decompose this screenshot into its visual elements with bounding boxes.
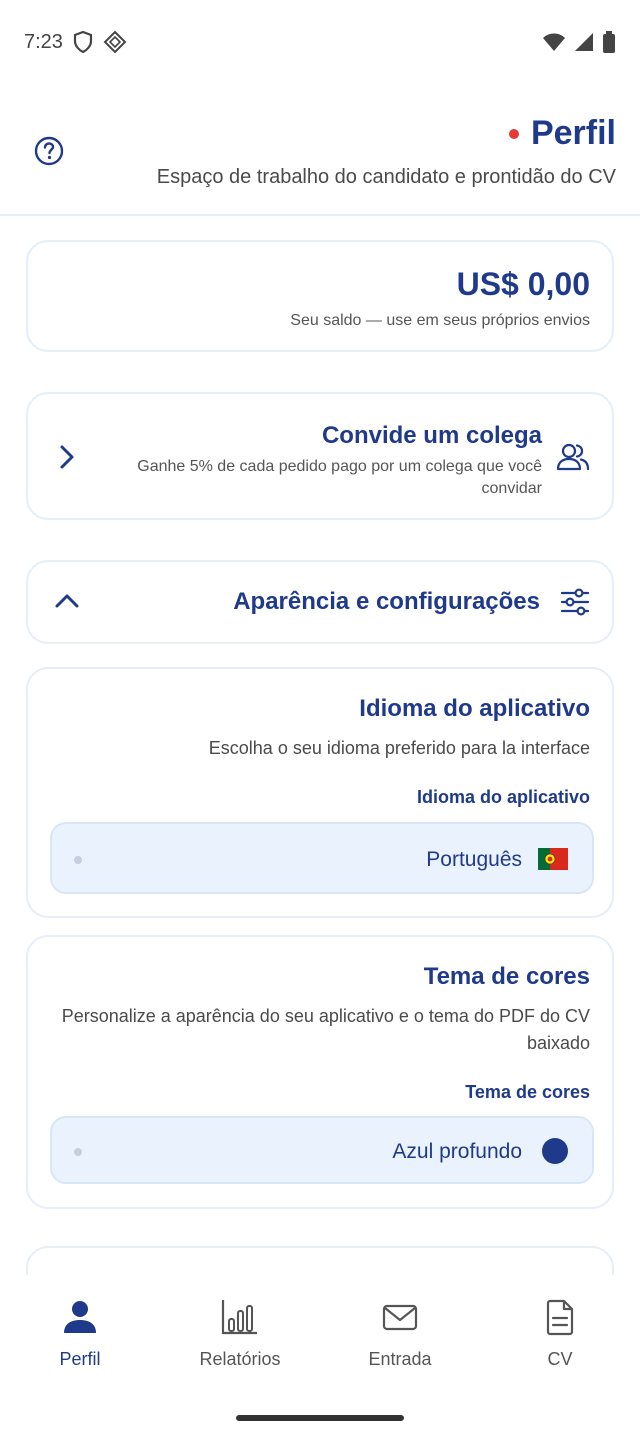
balance-card: US$ 0,00 Seu saldo — use em seus próprio… xyxy=(26,240,614,352)
game-icon xyxy=(103,30,127,54)
language-description: Escolha o seu idioma preferido para la i… xyxy=(208,738,590,758)
document-icon xyxy=(546,1299,574,1336)
nav-label: Relatórios xyxy=(199,1349,281,1369)
language-title: Idioma do aplicativo xyxy=(359,695,590,722)
nav-item-perfil[interactable]: Perfil xyxy=(0,1297,160,1387)
help-icon[interactable] xyxy=(34,136,64,166)
shield-icon xyxy=(73,31,93,53)
select-dot xyxy=(74,1148,82,1156)
balance-description: Seu saldo — use em seus próprios envios xyxy=(290,312,590,329)
nav-item-cv[interactable]: CV xyxy=(480,1297,640,1387)
nav-item-relatorios[interactable]: Relatórios xyxy=(160,1297,320,1387)
nav-item-entrada[interactable]: Entrada xyxy=(320,1297,480,1387)
status-dot xyxy=(508,128,519,139)
page-header: Perfil Espaço de trabalho do candidato e… xyxy=(0,100,640,216)
language-field-label: Idioma do aplicativo xyxy=(416,787,590,807)
mail-icon xyxy=(382,1304,418,1331)
invite-description: Ganhe 5% de cada pedido pago por um cole… xyxy=(137,458,542,497)
theme-title: Tema de cores xyxy=(423,963,590,990)
status-time: 7:23 xyxy=(24,30,63,53)
theme-select[interactable]: Azul profundo xyxy=(50,1116,594,1184)
select-dot xyxy=(74,856,82,864)
page-subtitle: Espaço de trabalho do candidato e pronti… xyxy=(156,166,616,188)
invite-title: Convide um colega xyxy=(321,422,542,449)
appearance-title: Aparência e configurações xyxy=(233,588,540,615)
page-title: Perfil xyxy=(530,114,616,152)
next-card xyxy=(26,1246,614,1275)
invite-colleague-card[interactable]: Convide um colega Ganhe 5% de cada pedid… xyxy=(26,392,614,520)
appearance-settings-header[interactable]: Aparência e configurações xyxy=(26,560,614,644)
nav-label: CV xyxy=(547,1349,573,1369)
balance-amount: US$ 0,00 xyxy=(456,266,590,302)
bottom-navigation: Perfil Relatórios Entrada CV xyxy=(0,1275,640,1437)
language-select[interactable]: Português xyxy=(50,822,594,894)
bar-chart-icon xyxy=(221,1300,257,1335)
theme-description: Personalize a aparência do seu aplicativ… xyxy=(61,1006,590,1053)
signal-icon xyxy=(575,33,593,51)
title-row: Perfil xyxy=(508,114,616,153)
theme-color-swatch xyxy=(542,1138,568,1164)
wifi-icon xyxy=(543,33,565,51)
chevron-up-icon xyxy=(55,594,79,608)
theme-field-label: Tema de cores xyxy=(465,1082,590,1102)
battery-icon xyxy=(603,31,615,53)
home-indicator[interactable] xyxy=(236,1415,404,1421)
portugal-flag-icon xyxy=(538,848,568,870)
content-scroll[interactable]: US$ 0,00 Seu saldo — use em seus próprio… xyxy=(0,220,640,1275)
people-icon xyxy=(556,443,590,471)
theme-selected-value: Azul profundo xyxy=(392,1140,522,1163)
nav-label: Perfil xyxy=(59,1349,101,1369)
sliders-icon xyxy=(560,588,590,616)
status-bar: 7:23 xyxy=(0,0,640,84)
theme-card: Tema de cores Personalize a aparência do… xyxy=(26,935,614,1209)
nav-label: Entrada xyxy=(368,1349,432,1369)
language-selected-value: Português xyxy=(426,848,522,871)
chevron-right-icon xyxy=(60,445,74,469)
person-icon xyxy=(64,1301,96,1333)
language-card: Idioma do aplicativo Escolha o seu idiom… xyxy=(26,667,614,918)
